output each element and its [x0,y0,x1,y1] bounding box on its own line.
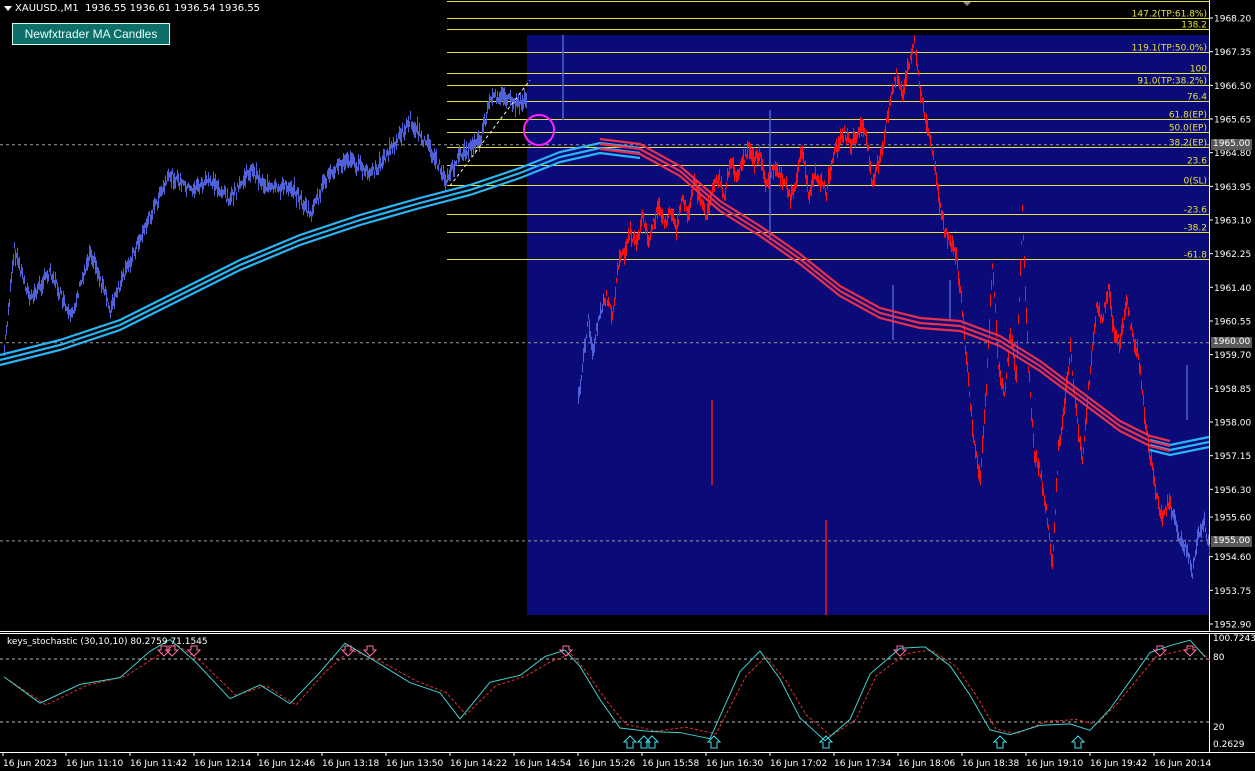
y-tick-label: 1962.25 [1214,250,1251,260]
x-tick-label: 16 Jun 17:02 [770,759,827,769]
indicator-scale-top: 100.7243 [1213,634,1255,644]
y-tick-label: 1957.15 [1214,452,1251,462]
x-tick-label: 16 Jun 12:14 [194,759,251,769]
y-tick-label: 1956.30 [1214,486,1251,496]
fib-level-label: 61.8(EP) [1169,111,1207,121]
indicator-scale-20: 20 [1213,723,1225,733]
fib-level-label: 100 [1190,65,1207,75]
price-marker-1960: 1960.00 [1211,337,1253,348]
y-tick-label: 1958.00 [1214,419,1251,429]
y-tick-label: 1964.80 [1214,149,1251,159]
x-tick-label: 16 Jun 16:30 [706,759,763,769]
sell-arrow-icon [186,645,202,657]
price-marker-1965: 1965.00 [1211,139,1253,150]
stoch-main-line [3,638,1206,742]
x-tick-label: 16 Jun 12:46 [258,759,315,769]
sell-arrow-icon [164,645,180,657]
x-tick-label: 16 Jun 18:06 [898,759,955,769]
y-tick-label: 1965.65 [1214,116,1251,126]
fib-level-label: 0(SL) [1184,177,1207,187]
fib-level-label: -38.2 [1184,224,1207,234]
price-marker-1955: 1955.00 [1211,536,1253,547]
x-tick-label: 16 Jun 20:14 [1154,759,1211,769]
y-tick-label: 1960.55 [1214,318,1251,328]
chart-shift-marker [963,2,971,6]
x-tick-label: 16 Jun 11:10 [66,759,123,769]
x-tick-label: 16 Jun 14:54 [514,759,571,769]
y-tick-label: 1952.90 [1214,621,1251,631]
y-tick-label: 1954.60 [1214,553,1251,563]
y-tick-label: 1955.60 [1214,514,1251,524]
y-tick-label: 1961.40 [1214,284,1251,294]
sell-arrow-icon [362,645,378,657]
fib-level-label: 23.6 [1187,157,1207,167]
y-tick-label: 1963.95 [1214,183,1251,193]
indicator-scale-bottom: 0.2629 [1213,740,1245,750]
ohlc-values: 1936.55 1936.61 1936.54 1936.55 [85,3,261,14]
x-tick-label: 16 Jun 14:22 [450,759,507,769]
buy-arrow-icon [706,735,722,749]
y-tick-label: 1958.85 [1214,385,1251,395]
buy-arrow-icon [644,735,660,749]
buy-arrow-icon [992,735,1008,749]
fib-level-label: 138.2 [1181,21,1207,31]
chart-header: XAUUSD.,M1 1936.55 1936.61 1936.54 1936.… [4,3,260,14]
fib-level-label: 119.1(TP:50.0%) [1132,44,1207,54]
x-tick-label: 16 Jun 17:34 [834,759,891,769]
fib-level-label: 91.0(TP:38.2%) [1137,77,1207,87]
y-tick-label: 1959.70 [1214,351,1251,361]
x-tick-label: 16 Jun 15:26 [578,759,635,769]
x-tick-label: 16 Jun 11:42 [130,759,187,769]
fib-level-label: -23.6 [1184,206,1208,216]
fib-level-label: 76.4 [1187,93,1207,103]
y-tick-label: 1966.50 [1214,82,1251,92]
x-tick-label: 16 Jun 15:58 [642,759,699,769]
session-highlight-box [527,35,1209,615]
x-tick-label: 16 Jun 13:50 [386,759,443,769]
y-tick-label: 1968.20 [1214,15,1251,25]
fib-level-label: -61.8 [1184,251,1208,261]
indicator-label: keys_stochastic (30,10,10) 80.2759 71.15… [7,637,208,647]
x-tick-label: 16 Jun 13:18 [322,759,379,769]
stoch-signal-line [9,643,1212,737]
sell-arrow-icon [892,645,908,657]
indicator-scale-80: 80 [1213,653,1225,663]
y-tick-label: 1963.10 [1214,217,1251,227]
x-tick-label: 16 Jun 2023 [3,759,57,769]
symbol-timeframe: XAUUSD.,M1 [15,3,79,14]
buy-arrow-icon [1070,735,1086,749]
x-tick-label: 16 Jun 18:38 [962,759,1019,769]
y-tick-label: 1967.35 [1214,48,1251,58]
y-tick-label: 1953.75 [1214,587,1251,597]
fib-level-label: 161.8 [1181,0,1207,3]
ma-candles-button[interactable]: Newfxtrader MA Candles [12,23,170,45]
sell-arrow-icon [156,645,172,657]
buy-arrow-icon [622,735,638,749]
fib-level-label: 50.0(EP) [1169,124,1207,134]
x-tick-label: 16 Jun 19:42 [1090,759,1147,769]
fib-level-label: 147.2(TP:61.8%) [1132,10,1207,20]
fib-level-label: 38.2(EP) [1169,139,1207,149]
collapse-triangle-icon[interactable] [4,5,12,11]
x-tick-label: 16 Jun 19:10 [1026,759,1083,769]
chart-canvas: 161.8 147.2(TP:61.8%)138.2 119.1(TP:50.0%)… [0,0,1255,769]
